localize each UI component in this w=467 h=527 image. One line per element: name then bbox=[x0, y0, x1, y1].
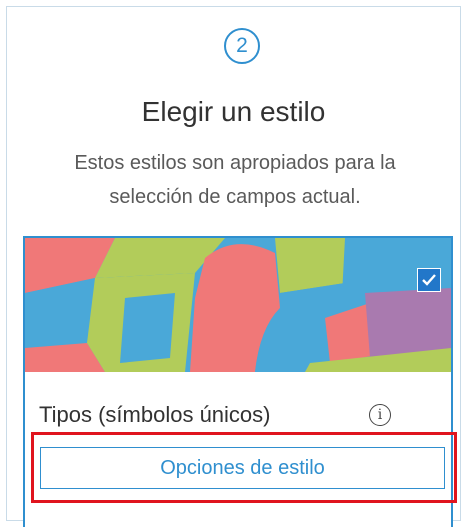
info-icon[interactable]: i bbox=[369, 404, 391, 426]
selected-checkbox[interactable] bbox=[417, 268, 441, 292]
step-number: 2 bbox=[236, 34, 248, 57]
page-subtitle: Estos estilos son apropiados para la sel… bbox=[74, 152, 396, 208]
map-thumbnail bbox=[25, 238, 451, 372]
style-name: Tipos (símbolos únicos) bbox=[39, 402, 271, 427]
checkmark-icon bbox=[422, 274, 436, 286]
style-options-button[interactable]: Opciones de estilo bbox=[40, 447, 445, 489]
page-title: Elegir un estilo bbox=[141, 96, 326, 127]
step-number-badge: 2 bbox=[224, 28, 260, 64]
